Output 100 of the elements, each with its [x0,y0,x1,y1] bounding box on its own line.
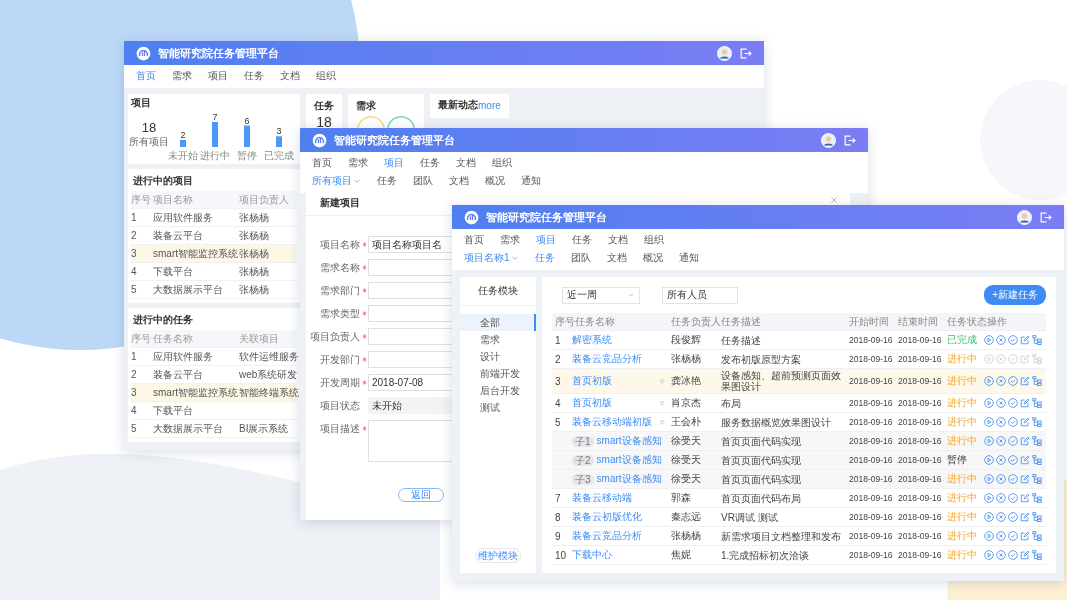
task-link[interactable]: 装备云竞品分析 [572,352,642,366]
status-text: 进行中 [946,374,978,388]
table-cell-text: 下载平台 [153,264,194,279]
nav-tab[interactable]: 需求 [348,157,368,169]
nav-tab[interactable]: 项目 [208,70,228,82]
subnav-tab[interactable]: 任务 [534,252,555,264]
more-link[interactable]: more [478,99,501,111]
sidebar-item[interactable]: 测试 [460,399,536,416]
table-row[interactable]: 4 下载平台 张杨杨 [131,263,297,281]
field-label: 需求名称 [319,261,360,275]
nav-tab[interactable]: 首页 [312,157,332,169]
task-link[interactable]: 装备云初版优化 [572,510,642,524]
table-row[interactable]: 10 下载中心 焦妮 1.完成招标初次洽谈 2018-09-16 2018-09-16 进行中 [552,546,1046,565]
table-cell-text: 2018-09-16 [897,398,943,408]
table-cell-text: 2 [131,369,138,380]
nav-tab[interactable]: 任务 [244,70,264,82]
table-row[interactable]: 3 smart智能监控系统张杨杨 [131,245,297,263]
table-cell-text: 张杨杨 [239,264,270,279]
table-row[interactable]: 9 装备云竞品分析 张杨杨 新需求项目文档整理和发布 2018-09-16 2018-09-16 进行中 [552,527,1046,546]
table-row[interactable]: 4 首页初版 肖京杰 布局 2018-09-16 2018-09-16 进行中 [552,394,1046,413]
back-button[interactable]: 返回 [398,488,444,502]
subnav-tab[interactable]: 文档 [606,252,627,264]
table-row[interactable]: 子1 smart设备感知 徐受天 首页页面代码实现 2018-09-16 2018-09-16 进行中 [552,432,1046,451]
nav-tab[interactable]: 组织 [492,157,512,169]
subnav-tab[interactable]: 所有项目 [312,175,361,187]
table-cell-text: 2018-09-16 [848,512,894,522]
maintain-button[interactable]: 维护模块 [475,548,521,563]
nav-tab[interactable]: 需求 [500,234,520,246]
task-link[interactable]: 下载中心 [572,548,612,562]
column-header: 项目负责人 [239,192,290,207]
table-cell-text: 应用软件服务 [153,349,214,364]
task-link[interactable]: 装备云移动端初版 [572,415,652,429]
table-cell-text: 王会朴 [670,415,702,429]
table-cell-text: 徐受天 [670,472,702,486]
subnav-tab[interactable]: 文档 [449,175,469,187]
nav-tab[interactable]: 首页 [464,234,484,246]
table-row[interactable]: 5 大数据展示平台 张杨杨 [131,281,297,299]
subnav-tab[interactable]: 通知 [678,252,699,264]
table-cell-text: 7 [554,492,562,504]
task-link[interactable]: 装备云移动端 [572,491,632,505]
sidebar-item[interactable]: 需求 [460,331,536,348]
table-row[interactable]: 4 下载平台 [131,402,297,420]
table-cell-text: 首页页面代码实现 [720,472,802,486]
subnav-tab[interactable]: 项目名称1 [464,252,519,264]
nav-tab[interactable]: 组织 [316,70,336,82]
status-text: 进行中 [946,352,978,366]
table-cell-text: 3 [131,248,138,259]
field-label: 需求部门 [319,284,360,298]
nav-tab[interactable]: 项目 [384,157,404,169]
nav-tab[interactable]: 文档 [280,70,300,82]
subnav-tab[interactable]: 概况 [485,175,505,187]
table-row[interactable]: 7 装备云移动端 郭森 首页页面代码布局 2018-09-16 2018-09-16 进行中 [552,489,1046,508]
table-row[interactable]: 子3 smart设备感知 徐受天 首页页面代码实现 2018-09-16 2018-09-16 进行中 [552,470,1046,489]
table-cell-text: 肖京杰 [670,396,702,410]
sidebar-item[interactable]: 全部 [460,314,536,331]
nav-tab[interactable]: 组织 [644,234,664,246]
nav-tab[interactable]: 任务 [420,157,440,169]
subnav-tab[interactable]: 通知 [521,175,541,187]
table-cell: 智能终端系统 [239,385,299,400]
table-row[interactable]: 8 装备云初版优化 秦志远 VR调试 测试 2018-09-16 2018-09-16 进行中 [552,508,1046,527]
table-row[interactable]: 1 应用软件服务 软件运维服务 [131,348,297,366]
card-title: 需求 [356,100,377,112]
table-cell-text: 1 [131,212,138,223]
table-cell-text: 2018-09-16 [848,335,894,345]
window-title: 智能研究院任务管理平台 [486,209,607,225]
nav-tab[interactable]: 需求 [172,70,192,82]
task-link[interactable]: 装备云竞品分析 [572,529,642,543]
sidebar-item[interactable]: 后台开发 [460,382,536,399]
table-cell-text: 张杨杨 [239,246,270,261]
table-row[interactable]: 5 大数据展示平台 BI展示系统 [131,420,297,438]
nav-tab[interactable]: 文档 [456,157,476,169]
subnav-tab[interactable]: 任务 [377,175,397,187]
text-field[interactable]: 项目名称项目名 [368,236,452,253]
table-row[interactable]: 子2 smart设备感知 徐受天 首页页面代码实现 2018-09-16 2018-09-16 暂停 [552,451,1046,470]
sidebar-item[interactable]: 设计 [460,348,536,365]
text-field[interactable]: 2018-07-08 [368,374,452,391]
subnav-tab[interactable]: 团队 [570,252,591,264]
subnav-tab[interactable]: 团队 [413,175,433,187]
table-row[interactable]: 3 smart智能监控系统智能终端系统 [131,384,297,402]
table-row[interactable]: 1 应用软件服务 张杨杨 [131,209,297,227]
nav-tab[interactable]: 任务 [572,234,592,246]
panel-title: 新建项目 [320,196,360,210]
subtask-tag: 子2 [572,454,594,466]
people-field[interactable]: 所有人员 [662,286,738,304]
table-cell-text: 装备云平台 [153,367,204,382]
period-select[interactable]: 近一周 [562,286,640,304]
nav-tab[interactable]: 文档 [608,234,628,246]
field-label: 项目描述 [319,422,360,436]
task-link[interactable]: 首页初版 [572,396,612,410]
sidebar-item[interactable]: 前端开发 [460,365,536,382]
task-link[interactable]: 解密系统 [572,333,612,347]
table-cell-text: 5 [131,284,138,295]
subnav-tab[interactable]: 概况 [642,252,663,264]
status-text: 进行中 [946,510,978,524]
select-field[interactable]: 未开始 [368,397,452,414]
nav-tab[interactable]: 首页 [136,70,156,82]
table-cell-text: 1 [131,351,138,362]
column-header: 项目名称 [153,192,194,207]
table-row[interactable]: 1 解密系统 段俊辉 任务描述 2018-09-16 2018-09-16 已完成 [552,331,1046,350]
nav-tab[interactable]: 项目 [536,234,556,246]
